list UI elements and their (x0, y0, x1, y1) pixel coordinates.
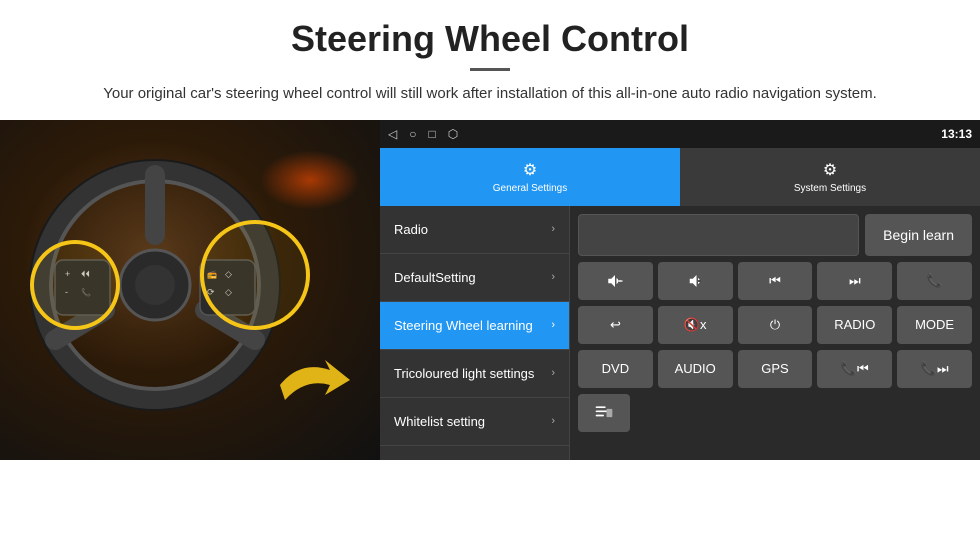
mute-button[interactable]: 🔇x (658, 306, 733, 344)
system-settings-icon: ⚙ (823, 160, 837, 180)
status-bar: ◁ ○ □ ⬡ 13:13 (380, 120, 980, 148)
tab-system[interactable]: ⚙ System Settings (680, 148, 980, 206)
recents-icon[interactable]: □ (428, 127, 435, 141)
menu-item-tricoloured-label: Tricoloured light settings (394, 366, 551, 381)
begin-learn-row: Begin learn (578, 214, 972, 256)
mode-button[interactable]: MODE (897, 306, 972, 344)
control-buttons-row4 (578, 394, 972, 432)
menu-item-radio[interactable]: Radio › (380, 206, 569, 254)
home-icon[interactable]: ○ (409, 127, 416, 141)
tab-system-label: System Settings (794, 183, 866, 194)
menu-icon-button[interactable] (578, 394, 630, 432)
menu-item-default-label: DefaultSetting (394, 270, 551, 285)
cast-icon[interactable]: ⬡ (448, 127, 458, 141)
menu-item-steering-wheel[interactable]: Steering Wheel learning › (380, 302, 569, 350)
begin-learn-button[interactable]: Begin learn (865, 214, 972, 256)
highlight-circle-left (30, 240, 120, 330)
page-header: Steering Wheel Control Your original car… (0, 0, 980, 120)
menu-item-whitelist-label: Whitelist setting (394, 414, 551, 429)
control-buttons-row1: ⏮ ⏭ 📞 (578, 262, 972, 300)
volume-down-button[interactable] (658, 262, 733, 300)
tab-general[interactable]: ⚙ General Settings (380, 148, 680, 206)
hang-up-button[interactable]: ↩ (578, 306, 653, 344)
control-buttons-row3: DVD AUDIO GPS 📞⏮ 📞⏭ (578, 350, 972, 388)
back-icon[interactable]: ◁ (388, 127, 397, 141)
tab-bar: ⚙ General Settings ⚙ System Settings (380, 148, 980, 206)
chevron-icon: › (551, 271, 555, 283)
menu-item-tricoloured[interactable]: Tricoloured light settings › (380, 350, 569, 398)
menu-list: Radio › DefaultSetting › Steering Wheel … (380, 206, 570, 460)
volume-up-button[interactable] (578, 262, 653, 300)
status-bar-nav: ◁ ○ □ ⬡ (388, 127, 458, 141)
chevron-icon: › (551, 367, 555, 379)
dvd-button[interactable]: DVD (578, 350, 653, 388)
chevron-icon: › (551, 223, 555, 235)
main-content: + ⏴⏴ - 📞 📻 ◇ ⟳ ◇ ◁ ○ (0, 120, 980, 460)
content-area: Radio › DefaultSetting › Steering Wheel … (380, 206, 980, 460)
menu-item-default-setting[interactable]: DefaultSetting › (380, 254, 569, 302)
list-icon (594, 403, 614, 423)
previous-track-button[interactable]: ⏮ (738, 262, 813, 300)
android-ui: ◁ ○ □ ⬡ 13:13 ⚙ General Settings ⚙ Syste… (380, 120, 980, 460)
page-subtitle: Your original car's steering wheel contr… (40, 83, 940, 106)
menu-item-steering-label: Steering Wheel learning (394, 318, 551, 333)
menu-item-radio-label: Radio (394, 222, 551, 237)
general-settings-icon: ⚙ (523, 160, 537, 180)
phone-answer-button[interactable]: 📞 (897, 262, 972, 300)
volume-down-icon (686, 272, 704, 290)
power-button[interactable]: ⏻ (738, 306, 813, 344)
status-time: 13:13 (941, 127, 972, 141)
volume-up-icon (606, 272, 624, 290)
gps-button[interactable]: GPS (738, 350, 813, 388)
phone-prev-button[interactable]: 📞⏮ (817, 350, 892, 388)
next-track-button[interactable]: ⏭ (817, 262, 892, 300)
steering-input[interactable] (578, 214, 859, 256)
phone-next-button[interactable]: 📞⏭ (897, 350, 972, 388)
arrow-indicator (270, 350, 360, 420)
chevron-icon: › (551, 415, 555, 427)
page-title: Steering Wheel Control (40, 18, 940, 60)
tab-general-label: General Settings (493, 183, 568, 194)
car-image: + ⏴⏴ - 📞 📻 ◇ ⟳ ◇ (0, 120, 380, 460)
chevron-icon: › (551, 319, 555, 331)
audio-button[interactable]: AUDIO (658, 350, 733, 388)
menu-item-whitelist[interactable]: Whitelist setting › (380, 398, 569, 446)
control-buttons-row2: ↩ 🔇x ⏻ RADIO MODE (578, 306, 972, 344)
title-divider (470, 68, 510, 71)
highlight-circle-right (200, 220, 310, 330)
radio-mode-button[interactable]: RADIO (817, 306, 892, 344)
control-panel: Begin learn ⏮ ⏭ 📞 ↩ 🔇x (570, 206, 980, 460)
